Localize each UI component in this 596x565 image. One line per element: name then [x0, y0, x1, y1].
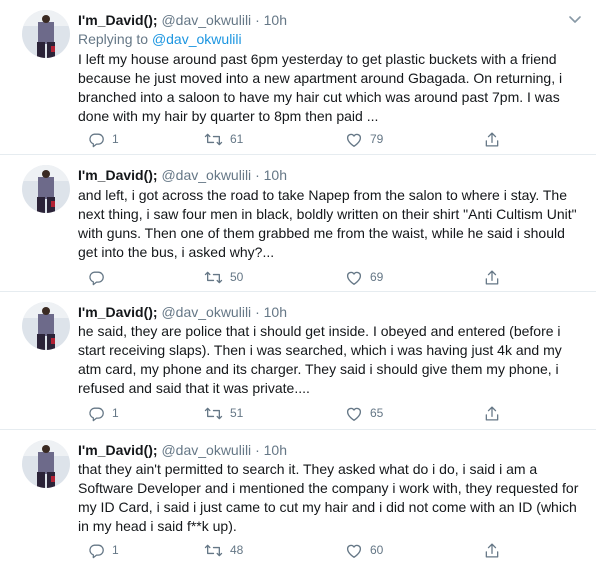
reply-icon	[88, 131, 105, 148]
reply-icon	[88, 405, 105, 422]
user-handle[interactable]: @dav_okwulili	[161, 12, 251, 28]
retweet-button[interactable]: 61	[204, 129, 243, 149]
reply-button[interactable]: 1	[88, 403, 119, 423]
reply-count: 1	[112, 543, 119, 557]
tweet-text: he said, they are police that i should g…	[78, 323, 562, 396]
tweet-actions: 1 61 79	[88, 129, 596, 149]
display-name[interactable]: I'm_David();	[78, 304, 158, 320]
heart-icon	[345, 405, 363, 422]
tweet-text: that they ain't permitted to search it. …	[78, 461, 579, 534]
tweet-header: I'm_David(); @dav_okwulili · 10h	[78, 441, 287, 459]
retweet-count: 50	[230, 270, 244, 284]
separator-dot: ·	[255, 304, 260, 320]
like-count: 69	[370, 270, 384, 284]
tweet[interactable]: I'm_David(); @dav_okwulili · 10h Replyin…	[0, 0, 596, 155]
reply-button[interactable]: 1	[88, 540, 119, 560]
share-button[interactable]	[484, 129, 500, 149]
retweet-icon	[204, 405, 223, 422]
tweet-text: I left my house around past 6pm yesterda…	[78, 51, 563, 124]
retweet-button[interactable]: 51	[204, 403, 243, 423]
avatar[interactable]	[22, 302, 70, 350]
user-handle[interactable]: @dav_okwulili	[161, 442, 251, 458]
timestamp[interactable]: 10h	[264, 167, 287, 183]
separator-dot: ·	[255, 167, 260, 183]
timestamp[interactable]: 10h	[264, 304, 287, 320]
timestamp[interactable]: 10h	[264, 442, 287, 458]
like-count: 60	[370, 543, 384, 557]
like-button[interactable]: 79	[345, 129, 383, 149]
like-button[interactable]: 60	[345, 540, 383, 560]
retweet-button[interactable]: 48	[204, 540, 243, 560]
avatar[interactable]	[22, 10, 70, 58]
display-name[interactable]: I'm_David();	[78, 12, 158, 28]
retweet-count: 61	[230, 132, 244, 146]
share-icon	[484, 131, 500, 148]
share-icon	[484, 405, 500, 422]
tweet-header: I'm_David(); @dav_okwulili · 10h	[78, 11, 287, 29]
tweet-header: I'm_David(); @dav_okwulili · 10h	[78, 303, 287, 321]
user-handle[interactable]: @dav_okwulili	[161, 167, 251, 183]
like-button[interactable]: 69	[345, 267, 383, 287]
avatar[interactable]	[22, 165, 70, 213]
tweet-header: I'm_David(); @dav_okwulili · 10h	[78, 166, 287, 184]
like-count: 65	[370, 406, 384, 420]
tweet-actions: 1 48 60	[88, 540, 596, 560]
tweet-actions: 1 51 65	[88, 403, 596, 423]
like-button[interactable]: 65	[345, 403, 383, 423]
share-button[interactable]	[484, 403, 500, 423]
reply-count: 1	[112, 132, 119, 146]
share-icon	[484, 542, 500, 559]
share-button[interactable]	[484, 267, 500, 287]
retweet-icon	[204, 542, 223, 559]
tweet[interactable]: I'm_David(); @dav_okwulili · 10h and lef…	[0, 155, 596, 292]
display-name[interactable]: I'm_David();	[78, 167, 158, 183]
replying-to-label: Replying to	[78, 31, 149, 47]
separator-dot: ·	[255, 12, 260, 28]
reply-icon	[88, 269, 105, 286]
timestamp[interactable]: 10h	[264, 12, 287, 28]
tweet-text: and left, i got across the road to take …	[78, 187, 577, 260]
reply-count: 1	[112, 406, 119, 420]
display-name[interactable]: I'm_David();	[78, 442, 158, 458]
chevron-down-icon[interactable]	[566, 10, 584, 28]
retweet-icon	[204, 131, 223, 148]
retweet-count: 48	[230, 543, 244, 557]
replying-to-handle[interactable]: @dav_okwulili	[152, 31, 242, 47]
reply-button[interactable]: 1	[88, 129, 119, 149]
tweet[interactable]: I'm_David(); @dav_okwulili · 10h that th…	[0, 430, 596, 565]
share-icon	[484, 269, 500, 286]
tweet[interactable]: I'm_David(); @dav_okwulili · 10h he said…	[0, 292, 596, 430]
heart-icon	[345, 131, 363, 148]
reply-button[interactable]	[88, 267, 112, 287]
reply-icon	[88, 542, 105, 559]
retweet-count: 51	[230, 406, 244, 420]
separator-dot: ·	[255, 442, 260, 458]
tweet-actions: 50 69	[88, 267, 596, 287]
replying-to: Replying to @dav_okwulili	[78, 30, 242, 48]
retweet-icon	[204, 269, 223, 286]
retweet-button[interactable]: 50	[204, 267, 243, 287]
avatar[interactable]	[22, 440, 70, 488]
heart-icon	[345, 269, 363, 286]
share-button[interactable]	[484, 540, 500, 560]
user-handle[interactable]: @dav_okwulili	[161, 304, 251, 320]
heart-icon	[345, 542, 363, 559]
like-count: 79	[370, 132, 384, 146]
